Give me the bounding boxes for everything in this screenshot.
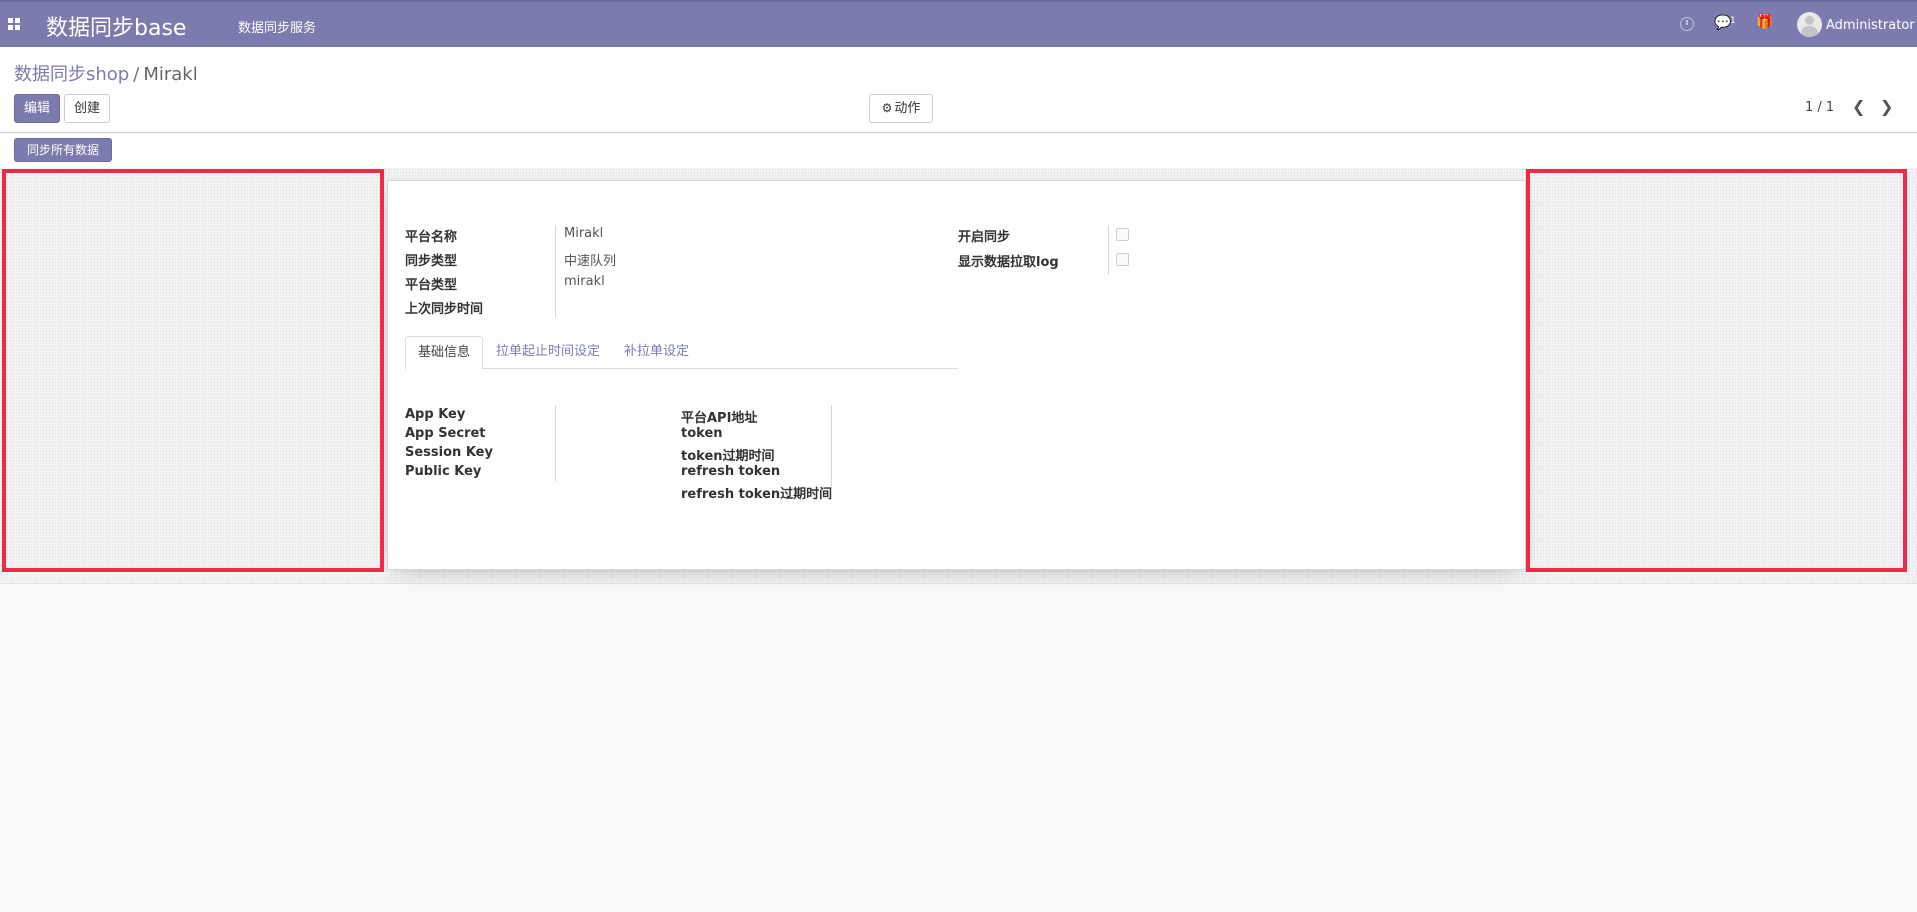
chevron-right-icon[interactable]: ❯ xyxy=(1880,97,1893,116)
field-label-app-secret: App Secret xyxy=(405,426,486,441)
breadcrumb-parent-link[interactable]: 数据同步shop xyxy=(14,64,129,85)
form-statusbar: 同步所有数据 xyxy=(0,134,1917,168)
sync-all-data-button[interactable]: 同步所有数据 xyxy=(14,138,112,162)
chat-icon[interactable]: 💬 xyxy=(1714,15,1731,31)
field-divider xyxy=(1108,225,1109,275)
field-divider xyxy=(555,405,556,481)
tab-pull-time-range[interactable]: 拉单起止时间设定 xyxy=(484,336,612,369)
top-navbar: 数据同步base 数据同步服务 💬 1 🎁 Administrator xyxy=(0,0,1917,47)
field-label-last-sync-time: 上次同步时间 xyxy=(405,302,484,317)
field-value-platform-name[interactable]: Mirakl xyxy=(564,226,603,241)
field-label-platform-name: 平台名称 xyxy=(405,230,458,245)
form-sheet xyxy=(387,180,1526,570)
gift-icon[interactable]: 🎁 xyxy=(1756,14,1773,30)
control-panel: 数据同步shop / Mirakl 编辑 创建 ⚙ 动作 1 / 1 ❮ ❯ xyxy=(0,47,1917,133)
field-label-public-key: Public Key xyxy=(405,464,482,479)
field-label-enable-sync: 开启同步 xyxy=(958,230,1011,245)
enable-sync-checkbox[interactable] xyxy=(1116,228,1129,241)
show-pull-log-checkbox[interactable] xyxy=(1116,253,1129,266)
field-value-sync-type[interactable]: 中速队列 xyxy=(564,250,616,269)
highlight-box-right xyxy=(1526,169,1907,572)
breadcrumb-current: Mirakl xyxy=(143,64,198,85)
user-menu-name[interactable]: Administrator xyxy=(1826,18,1915,33)
field-label-platform-api-url: 平台API地址 xyxy=(681,411,758,426)
avatar[interactable] xyxy=(1797,12,1822,37)
gear-icon: ⚙ xyxy=(881,101,893,115)
apps-grid-icon[interactable] xyxy=(8,18,20,30)
field-label-show-pull-log: 显示数据拉取log xyxy=(958,255,1059,270)
notebook-tabs: 基础信息 拉单起止时间设定 补拉单设定 xyxy=(405,336,958,370)
field-label-platform-type: 平台类型 xyxy=(405,278,458,293)
tab-repull-settings[interactable]: 补拉单设定 xyxy=(612,336,701,369)
field-label-token: token xyxy=(681,426,723,441)
field-value-platform-type[interactable]: mirakl xyxy=(564,274,605,289)
field-label-session-key: Session Key xyxy=(405,445,493,460)
field-label-token-expiry: token过期时间 xyxy=(681,449,775,464)
app-title[interactable]: 数据同步base xyxy=(46,10,186,42)
field-label-refresh-token: refresh token xyxy=(681,464,781,479)
create-button[interactable]: 创建 xyxy=(64,94,110,123)
field-label-sync-type: 同步类型 xyxy=(405,254,458,269)
tab-basic-info[interactable]: 基础信息 xyxy=(405,336,484,370)
breadcrumb: 数据同步shop / Mirakl xyxy=(14,60,198,86)
highlight-box-left xyxy=(2,169,384,572)
pager-value[interactable]: 1 / 1 xyxy=(1805,100,1834,115)
field-label-refresh-token-expiry: refresh token过期时间 xyxy=(681,487,833,502)
chevron-left-icon[interactable]: ❮ xyxy=(1852,97,1865,116)
field-label-app-key: App Key xyxy=(405,407,466,422)
action-button-label: 动作 xyxy=(894,101,921,116)
field-divider xyxy=(831,405,832,500)
menu-item-sync-service[interactable]: 数据同步服务 xyxy=(238,17,316,36)
field-divider xyxy=(555,225,556,317)
edit-button[interactable]: 编辑 xyxy=(14,94,60,123)
chat-count-badge: 1 xyxy=(1730,16,1736,26)
breadcrumb-separator: / xyxy=(133,64,140,85)
clock-icon[interactable] xyxy=(1680,17,1694,31)
action-button[interactable]: ⚙ 动作 xyxy=(869,94,933,123)
